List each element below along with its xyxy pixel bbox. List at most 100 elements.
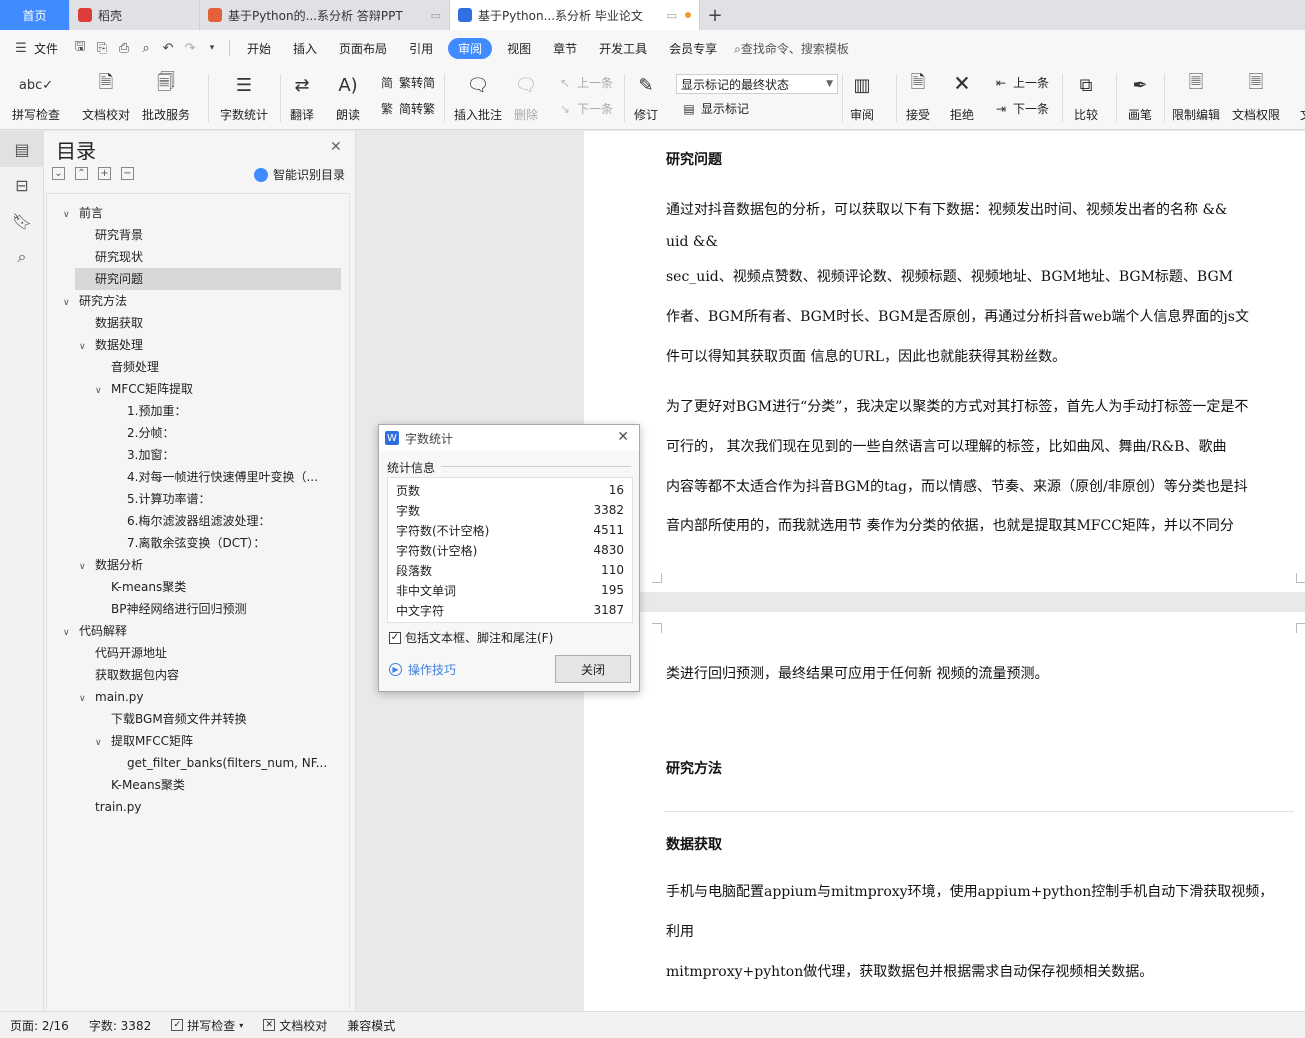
menu-developer[interactable]: 开发工具 xyxy=(588,40,658,57)
menu-file[interactable]: 文件 xyxy=(32,40,69,57)
smart-toc-button[interactable]: 智能识别目录 xyxy=(254,166,345,183)
next-comment-button[interactable]: ↘ 下一条 xyxy=(556,100,613,117)
bookmark-icon[interactable]: 🔖︎ xyxy=(0,203,44,239)
status-page[interactable]: 页面: 2/16 xyxy=(0,1017,79,1034)
translate-button[interactable]: ⇄ 翻译 xyxy=(288,70,316,123)
toc-item[interactable]: train.py xyxy=(95,796,341,818)
remove-heading-icon[interactable]: − xyxy=(121,167,134,180)
previous-comment-button[interactable]: ↖ 上一条 xyxy=(556,74,613,91)
include-textbox-checkbox[interactable]: ✓ 包括文本框、脚注和尾注(F) xyxy=(389,629,553,646)
document-page[interactable]: 研究问题 通过对抖音数据包的分析，可以获取以下有下数据：视频发出时间、视频发出者… xyxy=(584,131,1305,1011)
status-spell-check[interactable]: ✓ 拼写检查 ▾ xyxy=(161,1017,253,1034)
toc-item[interactable]: K-Means聚类 xyxy=(111,774,341,796)
simp-to-trad-button[interactable]: 繁简转繁 xyxy=(378,100,435,117)
correction-service-button[interactable]: 🗐 批改服务 xyxy=(142,70,190,123)
word-count-button[interactable]: ☰ 字数统计 xyxy=(220,70,268,123)
document-permission-button[interactable]: 🗏 文档权限 xyxy=(1232,70,1280,123)
hamburger-menu-icon[interactable]: ☰ xyxy=(10,37,32,59)
close-icon[interactable]: ✕ xyxy=(617,429,629,445)
toc-item[interactable]: 下载BGM音频文件并转换 xyxy=(111,708,341,730)
redo-icon[interactable]: ↷ xyxy=(179,37,201,59)
chevron-down-icon[interactable]: ∨ xyxy=(63,622,79,642)
toc-item[interactable]: ∨ main.py xyxy=(79,686,341,708)
status-proofread[interactable]: ✕ 文档校对 xyxy=(253,1017,337,1034)
menu-member[interactable]: 会员专享 xyxy=(658,40,728,57)
toc-item[interactable]: ∨ 数据分析 xyxy=(79,554,341,576)
menu-section[interactable]: 章节 xyxy=(542,40,588,57)
undo-icon[interactable]: ↶ xyxy=(157,37,179,59)
save-icon[interactable]: 🖫 xyxy=(69,37,91,59)
toc-item[interactable]: get_filter_banks(filters_num, NF... xyxy=(127,752,341,774)
insert-comment-button[interactable]: 🗨 插入批注 xyxy=(454,70,502,123)
dialog-title-bar[interactable]: W 字数统计 ✕ xyxy=(379,425,639,451)
chapter-nav-icon[interactable]: ⊟ xyxy=(0,167,44,203)
chevron-down-icon[interactable]: ∨ xyxy=(95,732,111,752)
next-change-button[interactable]: ⇥ 下一条 xyxy=(992,100,1049,117)
menu-review[interactable]: 审阅 xyxy=(448,37,493,59)
toc-item[interactable]: 代码开源地址 xyxy=(95,642,341,664)
chevron-down-icon[interactable]: ▾ xyxy=(201,37,223,59)
delete-comment-button[interactable]: 🗨 删除 xyxy=(512,70,540,123)
show-markup-button[interactable]: ▤ 显示标记 xyxy=(680,100,749,117)
menu-layout[interactable]: 页面布局 xyxy=(328,40,398,57)
monitor-icon[interactable]: ▭ xyxy=(431,9,441,22)
spell-check-button[interactable]: abc✓ 拼写检查 xyxy=(12,70,60,123)
tab-docer[interactable]: 稻壳 xyxy=(70,0,200,30)
toc-item[interactable]: 研究现状 xyxy=(95,246,341,268)
tips-link[interactable]: ▶ 操作技巧 xyxy=(389,661,456,678)
chevron-down-icon[interactable]: ∨ xyxy=(79,688,95,708)
tab-thesis-active[interactable]: 基于Python...系分析 毕业论文 ▭ xyxy=(450,0,700,30)
chevron-down-icon[interactable]: ∨ xyxy=(79,336,95,356)
pen-button[interactable]: ✒ 画笔 xyxy=(1126,70,1154,123)
chevron-down-icon[interactable]: ∨ xyxy=(63,204,79,224)
toc-item[interactable]: ∨ 提取MFCC矩阵 xyxy=(95,730,341,752)
ribbon-more-button[interactable]: 文 xyxy=(1292,70,1305,123)
toc-item[interactable]: 3.加窗： xyxy=(127,444,341,466)
toc-panel-icon[interactable]: ▤ xyxy=(0,131,44,167)
export-icon[interactable]: ⎘ xyxy=(91,37,113,59)
menu-home[interactable]: 开始 xyxy=(236,40,282,57)
toc-item[interactable]: 5.计算功率谱： xyxy=(127,488,341,510)
chevron-down-icon[interactable]: ∨ xyxy=(95,380,111,400)
chevron-down-icon[interactable]: ∨ xyxy=(63,292,79,312)
close-icon[interactable]: ✕ xyxy=(330,139,342,155)
toc-item[interactable]: ∨ 研究方法 xyxy=(63,290,341,312)
menu-view[interactable]: 视图 xyxy=(496,40,542,57)
new-tab-plus-icon[interactable]: + xyxy=(700,0,730,30)
toc-item[interactable]: 4.对每一帧进行快速傅里叶变换（... xyxy=(127,466,341,488)
toc-item[interactable]: 研究背景 xyxy=(95,224,341,246)
trad-to-simp-button[interactable]: 简繁转简 xyxy=(378,74,435,91)
preview-icon[interactable]: ⌕ xyxy=(135,37,157,59)
toc-item[interactable]: BP神经网络进行回归预测 xyxy=(111,598,341,620)
menu-insert[interactable]: 插入 xyxy=(282,40,328,57)
toc-item[interactable]: ∨ 代码解释 xyxy=(63,620,341,642)
tab-home[interactable]: 首页 xyxy=(0,0,70,30)
review-pane-button[interactable]: ▥ 审阅 xyxy=(848,70,876,123)
toc-item[interactable]: ∨ 前言 xyxy=(63,202,341,224)
expand-all-icon[interactable]: ⌄ xyxy=(52,167,65,180)
toc-item[interactable]: 获取数据包内容 xyxy=(95,664,341,686)
toc-item[interactable]: ∨ 数据处理 xyxy=(79,334,341,356)
accept-button[interactable]: 🗎 接受 xyxy=(904,70,932,123)
read-aloud-button[interactable]: A) 朗读 xyxy=(334,70,362,123)
print-icon[interactable]: ⎙ xyxy=(113,37,135,59)
document-proofread-button[interactable]: 🗎 文档校对 xyxy=(82,70,130,123)
toc-item[interactable]: 音频处理 xyxy=(111,356,341,378)
toc-item[interactable]: 6.梅尔滤波器组滤波处理： xyxy=(127,510,341,532)
toc-item[interactable]: 7.离散余弦变换（DCT）： xyxy=(127,532,341,554)
toc-item[interactable]: 研究问题 xyxy=(75,268,341,290)
toc-item[interactable]: 数据获取 xyxy=(95,312,341,334)
restrict-editing-button[interactable]: 🗏 限制编辑 xyxy=(1172,70,1220,123)
status-word-count[interactable]: 字数: 3382 xyxy=(79,1017,161,1034)
toc-item[interactable]: 1.预加重： xyxy=(127,400,341,422)
markup-mode-select[interactable]: 显示标记的最终状态 ▼ xyxy=(676,74,838,94)
chevron-down-icon[interactable]: ∨ xyxy=(79,556,95,576)
tab-ppt[interactable]: 基于Python的...系分析 答辩PPT ▭ xyxy=(200,0,450,30)
menu-references[interactable]: 引用 xyxy=(398,40,444,57)
toc-item[interactable]: K-means聚类 xyxy=(111,576,341,598)
search-icon[interactable]: ⌕ xyxy=(0,239,44,275)
add-heading-icon[interactable]: + xyxy=(98,167,111,180)
dialog-close-button[interactable]: 关闭 xyxy=(555,655,631,683)
toc-item[interactable]: 2.分帧： xyxy=(127,422,341,444)
collapse-all-icon[interactable]: ⌃ xyxy=(75,167,88,180)
